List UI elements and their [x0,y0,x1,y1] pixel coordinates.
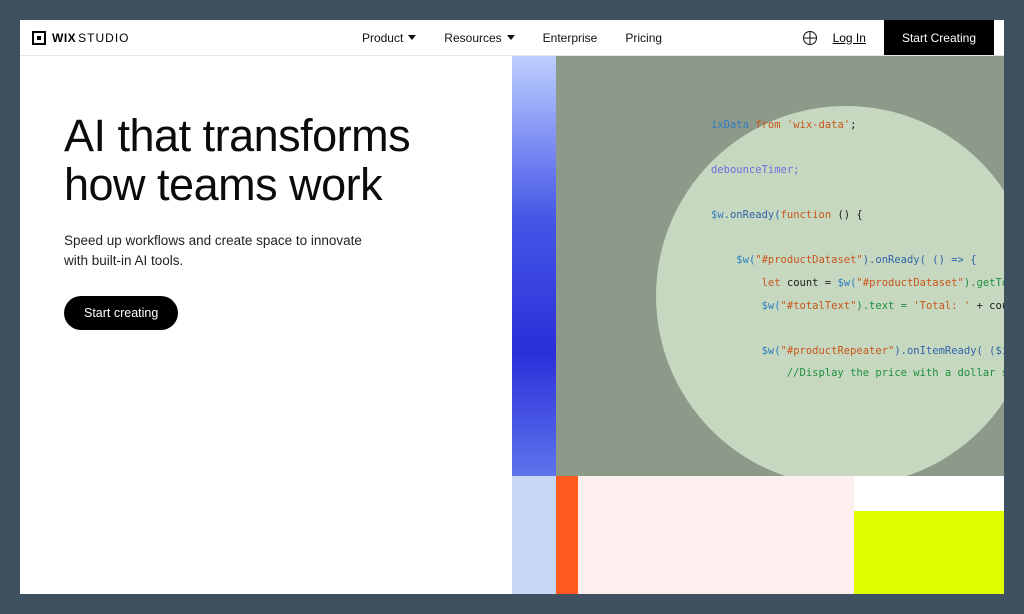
code-panel: ixData from 'wix-data'; debounceTimer; $… [556,56,1004,476]
logo-text-wix: WIX [52,31,76,45]
tile-yellow [854,511,1004,594]
main-nav: Product Resources Enterprise Pricing [362,31,662,45]
hero-left: AI that transforms how teams work Speed … [20,56,512,594]
logo[interactable]: WIXSTUDIO [32,31,130,45]
hero-cta-button[interactable]: Start creating [64,296,178,330]
page-frame: WIXSTUDIO Product Resources Enterprise P… [20,20,1004,594]
hero-section: AI that transforms how teams work Speed … [20,56,1004,594]
nav-product-label: Product [362,31,403,45]
hero-headline: AI that transforms how teams work [64,112,482,209]
nav-resources-label: Resources [444,31,501,45]
tile-orange [556,476,578,594]
nav-resources[interactable]: Resources [444,31,514,45]
nav-product[interactable]: Product [362,31,416,45]
header-right: Log In Start Creating [803,20,994,55]
code-snippet: ixData from 'wix-data'; debounceTimer; $… [711,114,1004,385]
chevron-down-icon [408,35,416,40]
globe-icon[interactable] [803,31,817,45]
tile-lightblue [512,476,556,594]
logo-text-studio: STUDIO [78,31,129,45]
bottom-tiles [512,476,1004,594]
start-creating-button[interactable]: Start Creating [884,20,994,55]
nav-pricing[interactable]: Pricing [625,31,662,45]
logo-icon [32,31,46,45]
hero-visual: ixData from 'wix-data'; debounceTimer; $… [512,56,1004,594]
tile-pink [578,476,854,594]
nav-enterprise-label: Enterprise [543,31,598,45]
nav-pricing-label: Pricing [625,31,662,45]
chevron-down-icon [507,35,515,40]
login-link[interactable]: Log In [833,31,866,45]
nav-enterprise[interactable]: Enterprise [543,31,598,45]
hero-subtext: Speed up workflows and create space to i… [64,231,364,270]
site-header: WIXSTUDIO Product Resources Enterprise P… [20,20,1004,56]
